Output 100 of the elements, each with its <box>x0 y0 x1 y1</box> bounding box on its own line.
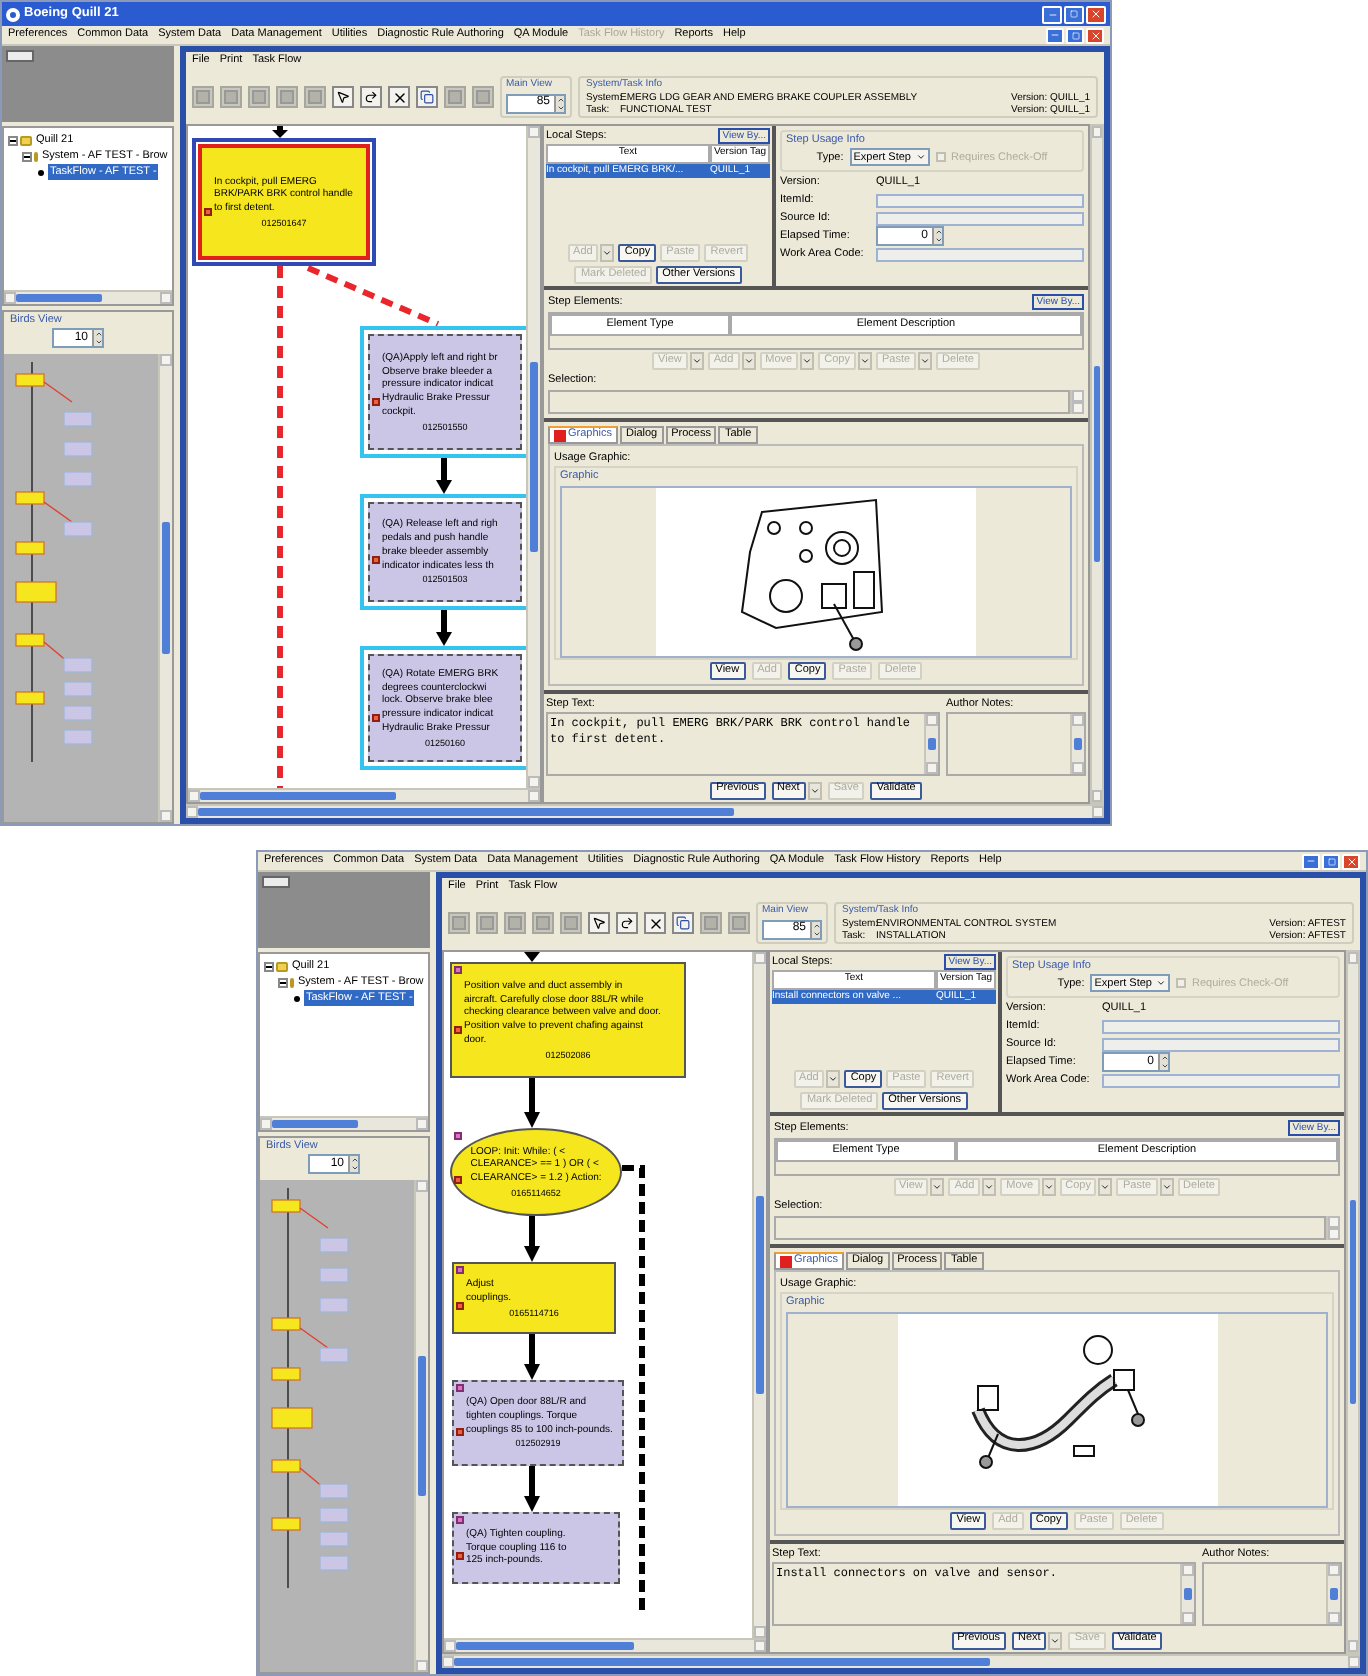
maximize-icon <box>1327 857 1335 865</box>
flow-arrow <box>524 1466 540 1512</box>
close-button[interactable] <box>1086 5 1106 23</box>
minimize-button[interactable] <box>1302 853 1320 869</box>
scrollbar[interactable] <box>188 788 540 802</box>
toolbar-button[interactable] <box>616 912 638 934</box>
delete-icon <box>647 915 663 931</box>
close-icon <box>1089 29 1101 41</box>
pointer-icon <box>336 90 350 104</box>
dropdown-button[interactable] <box>1048 1631 1063 1649</box>
scrollbar[interactable] <box>444 1638 766 1652</box>
caret-icon <box>809 785 820 795</box>
close-icon <box>1090 8 1102 20</box>
caret-icon <box>828 1074 839 1084</box>
step-marker-icon <box>454 1132 462 1140</box>
close-button[interactable] <box>1342 853 1360 869</box>
step-marker-icon <box>456 1516 464 1524</box>
input-field[interactable] <box>1102 1019 1340 1034</box>
flow-arrow <box>272 126 288 138</box>
maximize-button[interactable] <box>1066 27 1084 43</box>
scrollbar[interactable] <box>260 1116 428 1130</box>
input-field[interactable] <box>1102 1037 1340 1052</box>
caret-icon <box>743 355 754 366</box>
input-field[interactable] <box>876 247 1084 262</box>
toolbar-button[interactable] <box>588 912 610 934</box>
note-icon <box>456 1301 464 1310</box>
input-field[interactable] <box>876 193 1084 208</box>
flow-arrow <box>524 1334 540 1380</box>
scrollbar[interactable] <box>4 290 172 304</box>
caret-icon <box>1100 1181 1111 1192</box>
scrollbar[interactable] <box>1326 1216 1340 1240</box>
minimize-button[interactable] <box>1042 5 1062 23</box>
minimize-icon <box>1306 856 1316 866</box>
input-field[interactable] <box>1102 1073 1340 1088</box>
step-marker-icon <box>456 1384 464 1392</box>
selection-field[interactable] <box>548 390 1070 414</box>
scrollbar[interactable] <box>158 354 172 822</box>
caret-icon <box>1043 1181 1054 1192</box>
collapse-icon[interactable] <box>8 135 18 145</box>
graphics-tab-icon <box>554 429 566 441</box>
maximize-icon <box>1070 10 1078 18</box>
scrollbar[interactable] <box>1070 390 1084 414</box>
flow-arrow <box>524 1216 540 1262</box>
note-icon <box>454 1025 462 1034</box>
maximize-icon <box>1071 31 1079 39</box>
caret-icon <box>691 355 702 366</box>
scrollbar[interactable] <box>442 1654 1360 1668</box>
collapse-icon[interactable] <box>278 977 288 987</box>
caret-icon <box>859 355 870 366</box>
scrollbar[interactable] <box>186 804 1104 818</box>
note-icon <box>204 207 212 216</box>
dropdown-button[interactable] <box>807 781 822 799</box>
toolbar-button[interactable] <box>360 86 382 108</box>
minimize-icon <box>1047 9 1057 19</box>
selection-field[interactable] <box>774 1216 1326 1240</box>
graphics-tab-icon <box>780 1255 792 1267</box>
toolbar-button[interactable] <box>644 912 666 934</box>
pointer-icon <box>592 916 606 930</box>
maximize-button[interactable] <box>1322 853 1340 869</box>
dashed-connector <box>306 265 440 327</box>
step-marker-icon <box>456 1266 464 1274</box>
note-icon <box>454 1176 462 1185</box>
scrollbar[interactable] <box>1346 950 1360 1654</box>
minimize-button[interactable] <box>1046 27 1064 43</box>
note-icon <box>372 713 380 722</box>
minimize-icon <box>1050 30 1060 40</box>
scrollbar[interactable] <box>414 1180 428 1672</box>
step-marker-icon <box>454 966 462 974</box>
app-icon <box>6 7 20 21</box>
caret-icon <box>1050 1635 1061 1645</box>
delete-icon <box>391 89 407 105</box>
scrollbar[interactable] <box>526 126 540 788</box>
maximize-button[interactable] <box>1064 5 1084 23</box>
toolbar-button[interactable] <box>388 86 410 108</box>
caret-icon <box>920 355 931 366</box>
flow-arrow <box>436 610 452 646</box>
flow-arrow <box>436 458 452 494</box>
close-button[interactable] <box>1086 27 1104 43</box>
caret-icon <box>932 1181 943 1192</box>
caret-icon <box>984 1181 995 1192</box>
toolbar-button[interactable] <box>332 86 354 108</box>
caret-icon <box>602 248 613 258</box>
scrollbar[interactable] <box>1090 124 1104 804</box>
input-field[interactable] <box>876 211 1084 226</box>
copy-icon <box>676 916 690 930</box>
caret-icon <box>1161 1181 1172 1192</box>
note-icon <box>456 1551 464 1560</box>
note-icon <box>372 397 380 406</box>
flow-arrow <box>524 1078 540 1128</box>
caret-icon <box>1156 978 1166 989</box>
caret-icon <box>802 355 813 366</box>
collapse-icon[interactable] <box>22 151 32 161</box>
collapse-icon[interactable] <box>264 961 274 971</box>
flow-arrow <box>524 952 540 962</box>
caret-icon <box>915 152 925 163</box>
close-icon <box>1345 855 1357 867</box>
redo-icon <box>364 90 378 104</box>
copy-icon <box>420 90 434 104</box>
scrollbar[interactable] <box>752 952 766 1638</box>
redo-icon <box>620 916 634 930</box>
